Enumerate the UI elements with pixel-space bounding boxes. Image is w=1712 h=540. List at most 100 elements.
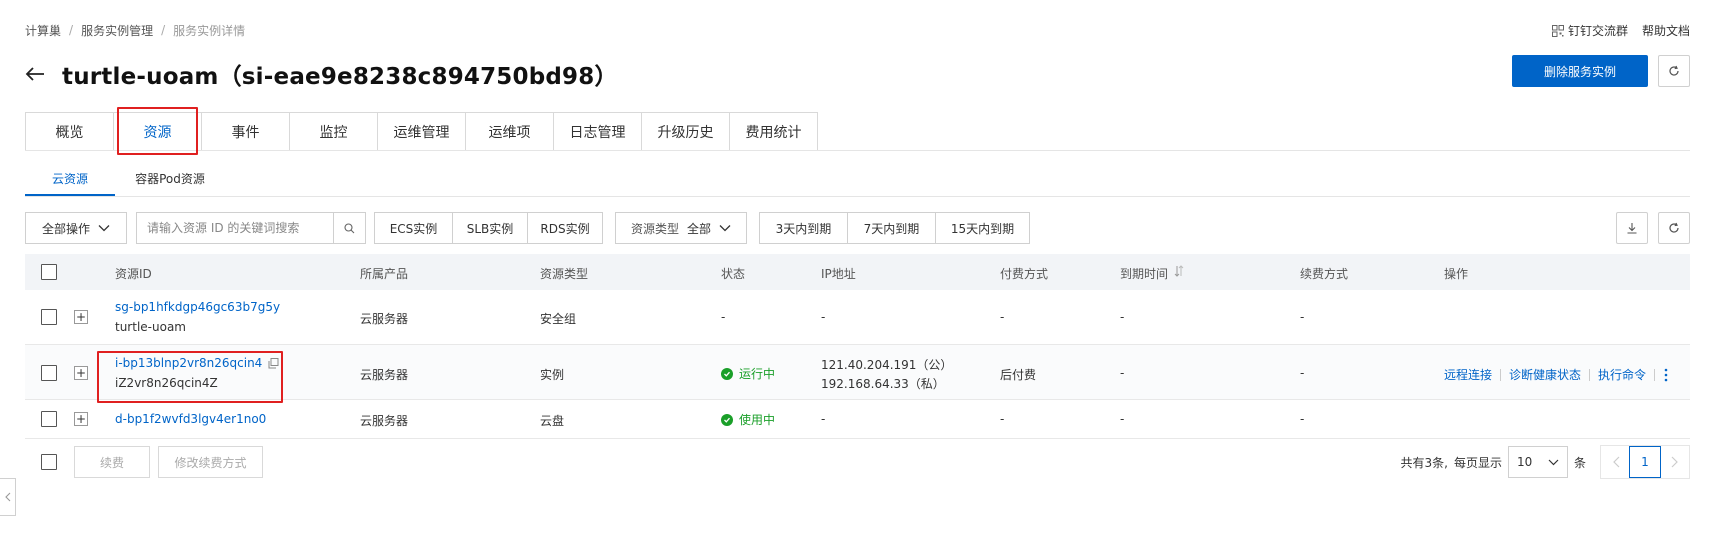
renew-cell: - [1300, 310, 1305, 324]
status-cell: 运行中 [721, 365, 775, 382]
resource-type-cell: 实例 [540, 368, 565, 382]
check-circle-icon [721, 367, 733, 380]
divider [1654, 368, 1656, 381]
resource-id-link[interactable]: d-bp1f2wvfd3lgv4er1no0 [115, 412, 266, 426]
expire-cell: - [1120, 366, 1125, 380]
col-renew: 续费方式 [1300, 267, 1349, 281]
refresh-icon [1669, 65, 1679, 76]
dingtalk-group-link[interactable]: 钉钉交流群 [1551, 22, 1628, 39]
remote-connect-link[interactable]: 远程连接 [1444, 366, 1492, 383]
filter-rds-button[interactable]: RDS实例 [527, 212, 603, 244]
expand-row-button[interactable]: + [74, 366, 88, 380]
subtab-cloud-resources[interactable]: 云资源 [25, 170, 115, 196]
search-button[interactable] [333, 213, 365, 243]
resource-type-dropdown[interactable]: 资源类型 全部 [615, 212, 747, 244]
sub-tabs: 云资源 容器Pod资源 [25, 170, 225, 196]
renew-button[interactable]: 续费 [74, 446, 150, 478]
all-actions-label: 全部操作 [41, 221, 90, 236]
tab-events[interactable]: 事件 [201, 112, 290, 151]
page-number-current[interactable]: 1 [1629, 446, 1661, 478]
breadcrumb-item-service-instances[interactable]: 服务实例管理 [81, 22, 153, 39]
select-all-checkbox[interactable] [41, 264, 57, 280]
expire-3-days-button[interactable]: 3天内到期 [759, 212, 847, 244]
expire-15-days-button[interactable]: 15天内到期 [935, 212, 1030, 244]
divider [1500, 368, 1502, 381]
col-ops: 操作 [1444, 267, 1469, 281]
billing-cell: - [1000, 412, 1005, 426]
prev-page-button[interactable] [1603, 446, 1629, 478]
subtabs-divider [25, 196, 1690, 197]
tab-ops-items[interactable]: 运维项 [465, 112, 554, 151]
product-cell: 云服务器 [360, 368, 409, 382]
billing-cell: - [1000, 310, 1005, 324]
top-links: 钉钉交流群 帮助文档 [1551, 22, 1690, 39]
expand-row-button[interactable]: + [74, 412, 88, 426]
help-doc-link[interactable]: 帮助文档 [1642, 22, 1690, 39]
breadcrumb-separator: / [161, 23, 166, 37]
expand-row-button[interactable]: + [74, 310, 88, 324]
col-product: 所属产品 [360, 267, 409, 281]
run-command-link[interactable]: 执行命令 [1598, 366, 1646, 383]
resources-table: 资源ID 所属产品 资源类型 状态 IP地址 付费方式 到期时间 续费方式 操作… [25, 254, 1690, 439]
tab-overview[interactable]: 概览 [25, 112, 114, 151]
diagnose-health-link[interactable]: 诊断健康状态 [1509, 366, 1581, 383]
all-actions-dropdown[interactable]: 全部操作 [25, 212, 127, 244]
row-checkbox[interactable] [41, 411, 57, 427]
page-size-select[interactable]: 10 [1507, 446, 1568, 478]
tab-cost-statistics[interactable]: 费用统计 [729, 112, 818, 151]
col-resource-type: 资源类型 [540, 267, 589, 281]
col-expire[interactable]: 到期时间 [1120, 265, 1184, 282]
back-arrow-icon[interactable] [24, 63, 46, 85]
search-icon [344, 222, 355, 233]
subtab-container-pod-resources[interactable]: 容器Pod资源 [115, 170, 225, 196]
chevron-down-icon [98, 225, 110, 232]
highlight-box-resources-tab [117, 107, 198, 155]
tab-log-management[interactable]: 日志管理 [553, 112, 642, 151]
title-row: turtle-uoam（si-eae9e8238c894750bd98） [24, 56, 618, 92]
ip-private: 192.168.64.33（私） [821, 377, 945, 391]
row-checkbox[interactable] [41, 365, 57, 381]
expire-cell: - [1120, 310, 1125, 324]
status-label: 使用中 [739, 413, 776, 427]
table-footer: 续费 修改续费方式 共有3条, 每页显示 10 条 1 [25, 445, 1690, 479]
status-label: 运行中 [739, 367, 776, 381]
page-navigator: 1 [1600, 445, 1690, 479]
table-row: + d-bp1f2wvfd3lgv4er1no0 云服务器 云盘 使用中 - -… [25, 400, 1690, 439]
breadcrumb-item-compute-nest[interactable]: 计算巢 [25, 22, 61, 39]
download-icon [1627, 223, 1637, 234]
breadcrumb-item-current: 服务实例详情 [173, 23, 246, 38]
table-header: 资源ID 所属产品 资源类型 状态 IP地址 付费方式 到期时间 续费方式 操作 [25, 254, 1690, 290]
filter-slb-button[interactable]: SLB实例 [452, 212, 527, 244]
product-cell: 云服务器 [360, 414, 409, 428]
page-size-value: 10 [1516, 455, 1533, 469]
search-box [136, 212, 366, 244]
col-billing: 付费方式 [1000, 267, 1049, 281]
row-checkbox[interactable] [41, 309, 57, 325]
next-page-button[interactable] [1661, 446, 1687, 478]
col-ip: IP地址 [821, 267, 856, 281]
modify-renew-button[interactable]: 修改续费方式 [158, 446, 263, 478]
page-title: turtle-uoam（si-eae9e8238c894750bd98） [62, 64, 618, 90]
footer-select-all-checkbox[interactable] [41, 454, 57, 470]
resource-id-link[interactable]: sg-bp1hfkdgp46gc63b7g5y [115, 300, 280, 314]
filter-ecs-button[interactable]: ECS实例 [374, 212, 452, 244]
tab-monitoring[interactable]: 监控 [289, 112, 378, 151]
chevron-left-icon [4, 492, 10, 502]
table-refresh-button[interactable] [1658, 212, 1690, 244]
resource-type-value: 全部 [687, 221, 712, 236]
resource-type-label: 资源类型 [630, 221, 679, 236]
product-cell: 云服务器 [360, 312, 409, 326]
expire-7-days-button[interactable]: 7天内到期 [847, 212, 935, 244]
resource-type-cell: 安全组 [540, 312, 577, 326]
resource-type-cell: 云盘 [540, 414, 565, 428]
delete-service-instance-button[interactable]: 删除服务实例 [1512, 55, 1648, 87]
tab-upgrade-history[interactable]: 升级历史 [641, 112, 730, 151]
table-row: + sg-bp1hfkdgp46gc63b7g5y turtle-uoam 云服… [25, 290, 1690, 345]
refresh-button[interactable] [1658, 55, 1690, 87]
more-vertical-icon[interactable] [1663, 368, 1669, 382]
tab-ops-management[interactable]: 运维管理 [377, 112, 466, 151]
download-button[interactable] [1616, 212, 1648, 244]
search-input[interactable] [137, 213, 333, 243]
highlight-box-instance-id [97, 351, 283, 403]
sidebar-expand-handle[interactable] [0, 478, 16, 516]
